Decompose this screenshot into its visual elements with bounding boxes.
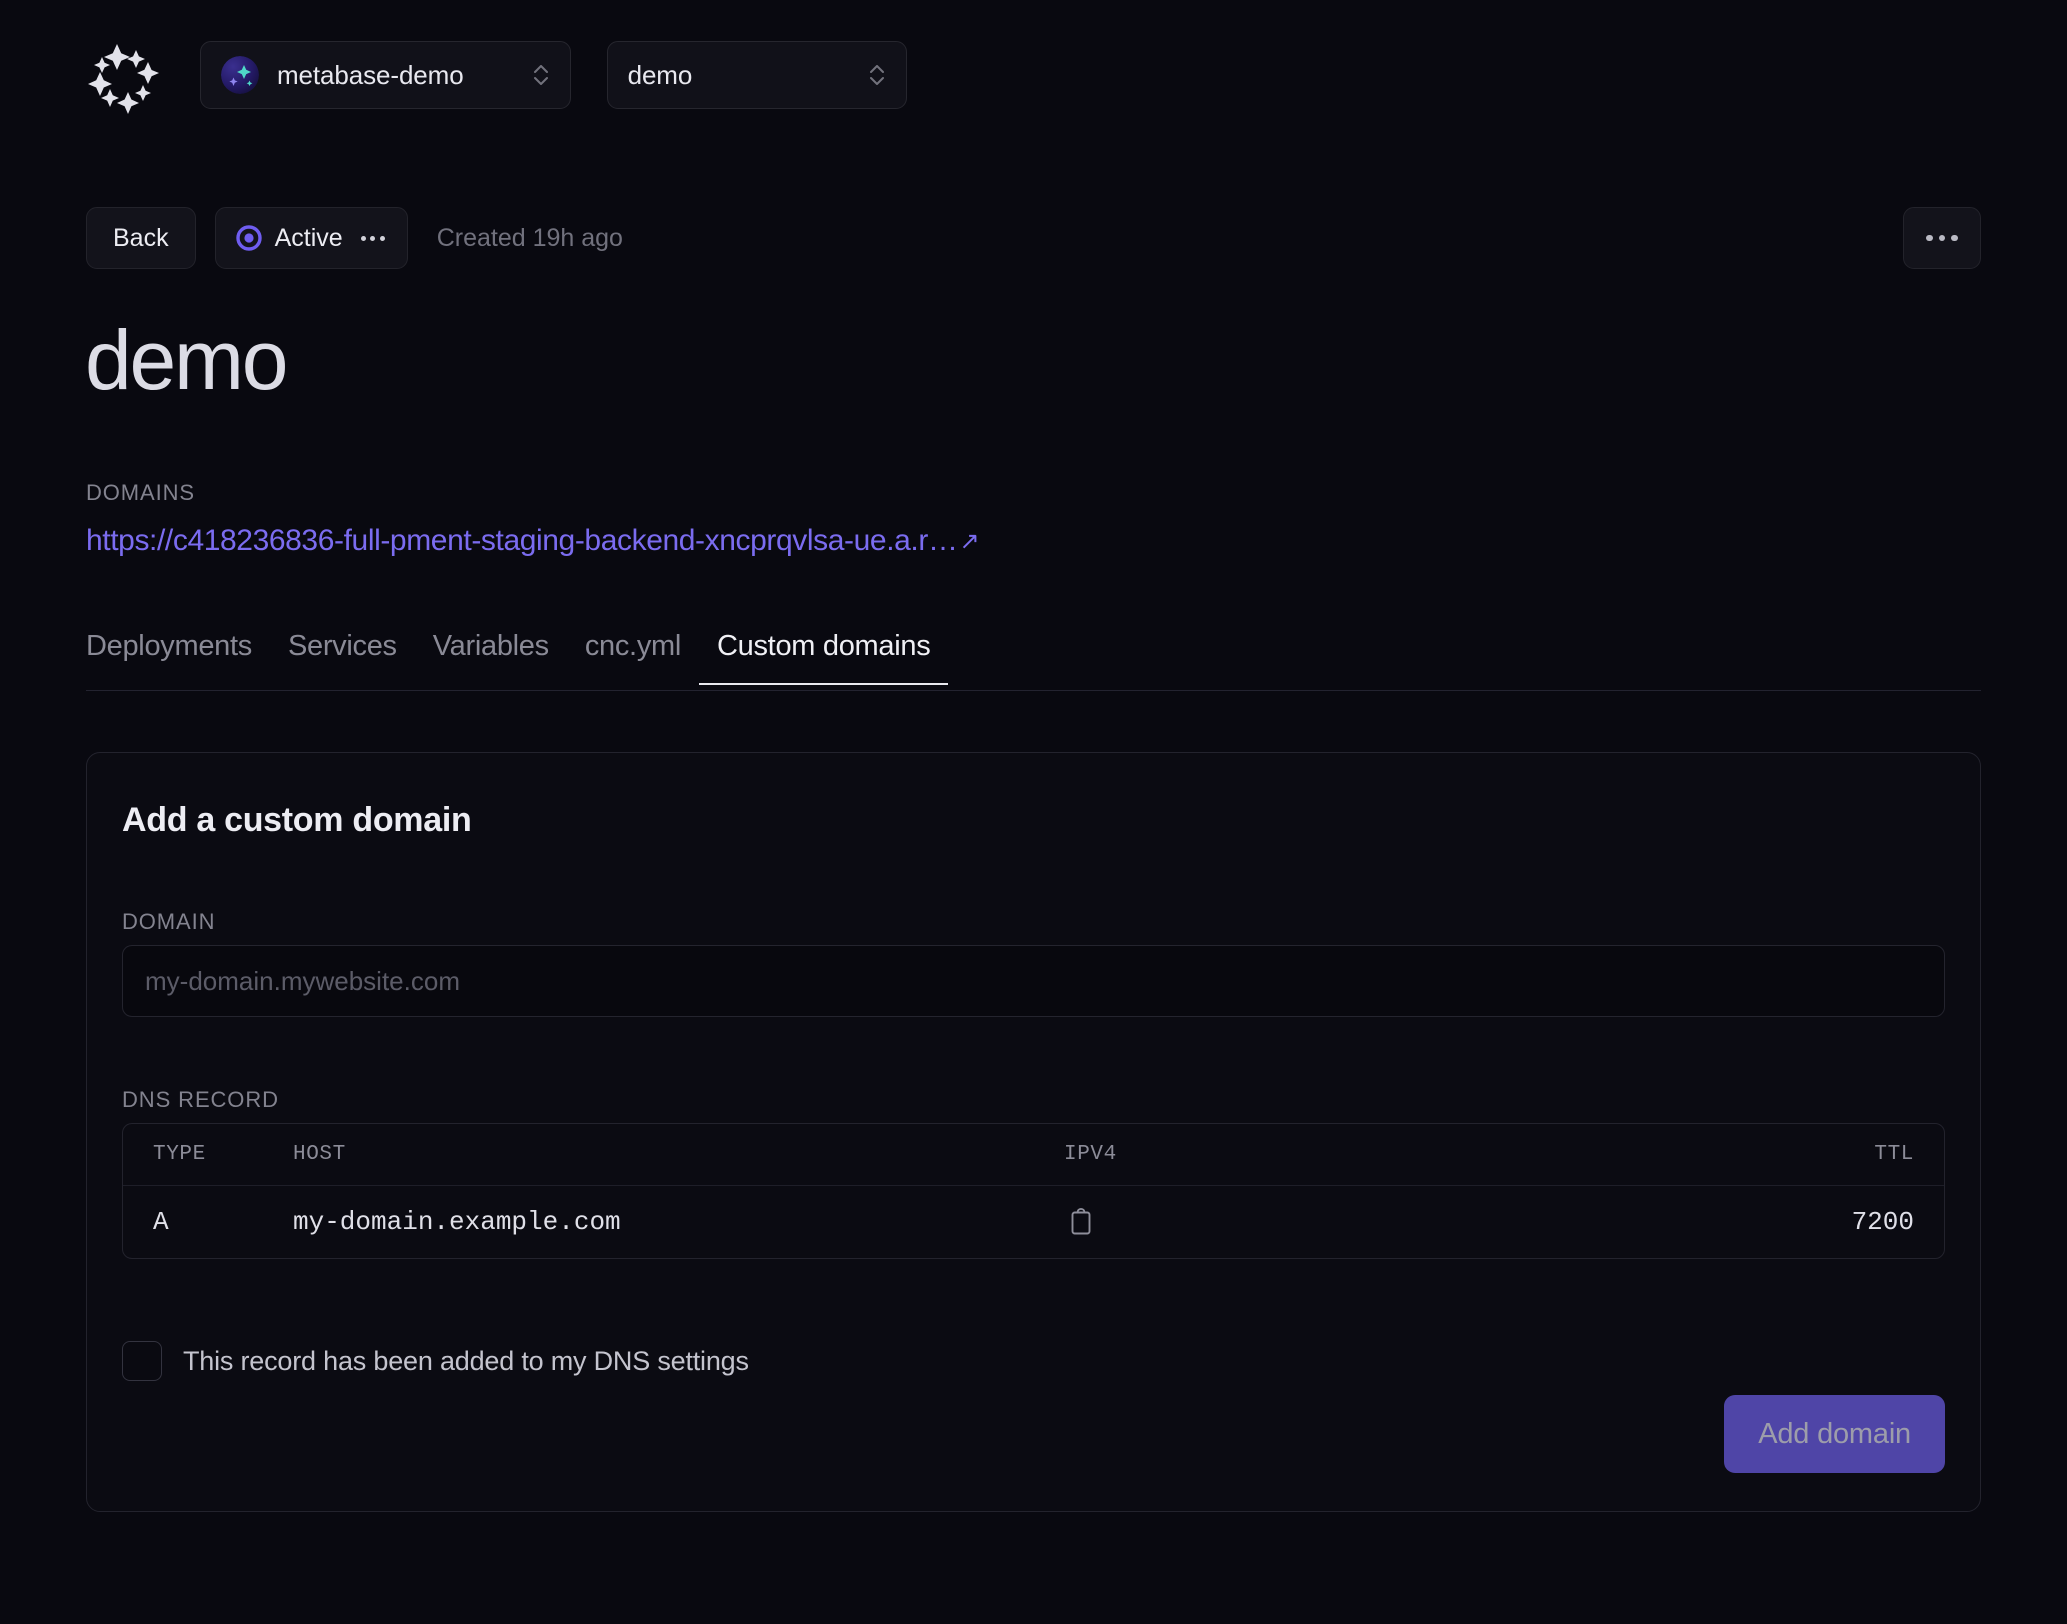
table-row: A my-domain.example.com 7200	[123, 1186, 1944, 1258]
project-avatar-icon	[221, 56, 259, 94]
chevron-up-down-icon	[530, 58, 552, 92]
tab-bar: Deployments Services Variables cnc.yml C…	[86, 630, 1981, 690]
status-badge[interactable]: Active	[214, 207, 408, 269]
environment-label: demo	[627, 59, 693, 90]
domain-url-text: https://c418236836-full-pment-staging-ba…	[86, 524, 958, 557]
dns-record-table: TYPE HOST IPV4 TTL A my-domain.example.c…	[122, 1123, 1945, 1259]
add-custom-domain-card: Add a custom domain DOMAIN DNS RECORD TY…	[86, 752, 1981, 1512]
tab-custom-domains[interactable]: Custom domains	[699, 630, 949, 685]
top-bar: metabase-demo demo	[0, 0, 2067, 150]
domain-input[interactable]	[122, 945, 1945, 1017]
chevron-up-down-icon	[866, 58, 888, 92]
environment-selector[interactable]: demo	[606, 41, 907, 109]
clipboard-copy-icon[interactable]	[1064, 1205, 1098, 1239]
more-options-button[interactable]	[1903, 207, 1981, 269]
cell-host: my-domain.example.com	[293, 1207, 621, 1237]
domain-field-label: DOMAIN	[122, 909, 216, 934]
tab-services[interactable]: Services	[270, 630, 415, 685]
tab-deployments[interactable]: Deployments	[86, 630, 270, 685]
tab-cnc-yml[interactable]: cnc.yml	[567, 630, 699, 685]
dns-record-label: DNS RECORD	[122, 1087, 279, 1112]
domains-section-label: DOMAINS	[86, 480, 195, 505]
back-button[interactable]: Back	[86, 207, 196, 269]
dns-confirm-label: This record has been added to my DNS set…	[183, 1345, 749, 1376]
add-domain-button[interactable]: Add domain	[1724, 1395, 1945, 1473]
cell-type: A	[153, 1207, 169, 1237]
tab-bar-divider	[86, 690, 1981, 691]
ellipsis-icon[interactable]	[360, 235, 385, 241]
domain-url-link[interactable]: https://c418236836-full-pment-staging-ba…	[86, 524, 980, 558]
sparkles-logo-icon[interactable]	[86, 36, 164, 114]
org-project-label: metabase-demo	[277, 59, 464, 90]
column-header-host: HOST	[293, 1143, 346, 1166]
column-header-ttl: TTL	[1874, 1143, 1914, 1166]
cell-ipv4	[1064, 1205, 1684, 1239]
table-header-row: TYPE HOST IPV4 TTL	[123, 1124, 1944, 1186]
created-timestamp: Created 19h ago	[436, 223, 623, 252]
dns-confirm-checkbox-row[interactable]: This record has been added to my DNS set…	[122, 1341, 749, 1381]
card-title: Add a custom domain	[122, 801, 472, 839]
column-header-ipv4: IPV4	[1064, 1143, 1117, 1166]
active-ring-icon	[235, 225, 262, 251]
status-label: Active	[274, 223, 343, 252]
column-header-type: TYPE	[153, 1143, 206, 1166]
status-bar: Back Active Created 19h ago	[86, 207, 1981, 269]
external-link-icon: ↗	[959, 528, 980, 555]
page-title: demo	[85, 313, 289, 407]
app-root: metabase-demo demo Back Active Created 1…	[0, 0, 2067, 1624]
org-project-selector[interactable]: metabase-demo	[200, 41, 571, 109]
cell-ttl: 7200	[1851, 1207, 1914, 1237]
tab-variables[interactable]: Variables	[415, 630, 567, 685]
dns-confirm-checkbox[interactable]	[122, 1341, 162, 1381]
